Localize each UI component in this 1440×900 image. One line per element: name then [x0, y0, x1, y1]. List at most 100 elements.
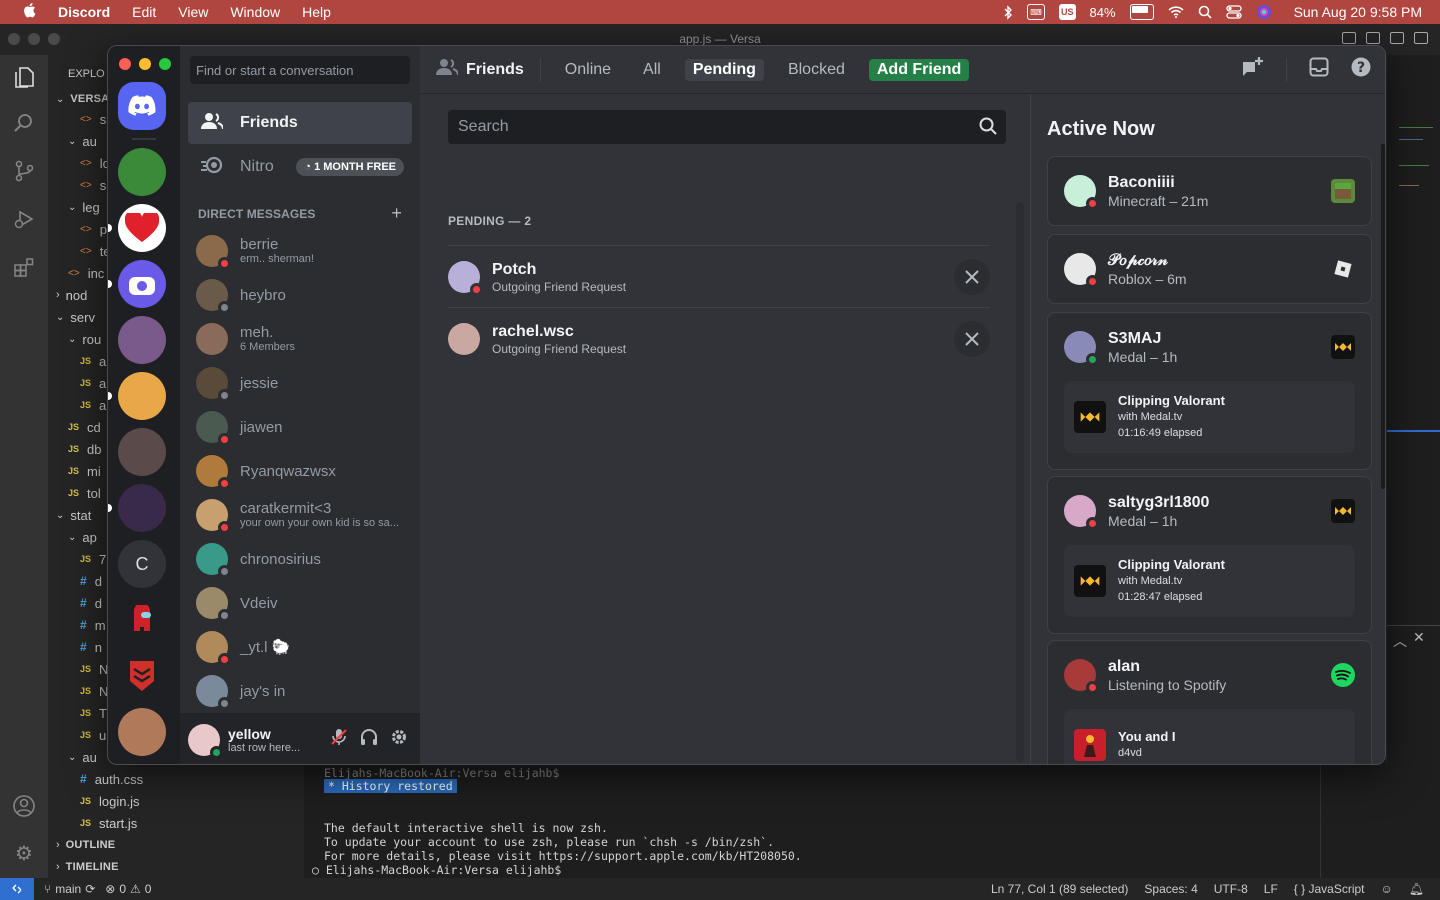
- pending-request-row[interactable]: Potch Outgoing Friend Request: [448, 245, 990, 307]
- encoding[interactable]: UTF-8: [1214, 882, 1248, 896]
- user-avatar[interactable]: [188, 723, 223, 759]
- user-settings-gear-icon[interactable]: [390, 728, 408, 751]
- server-icon[interactable]: [118, 596, 166, 644]
- server-icon[interactable]: [118, 428, 166, 476]
- find-conversation-button[interactable]: Find or start a conversation: [190, 56, 410, 84]
- pending-request-row[interactable]: rachel.wsc Outgoing Friend Request: [448, 307, 990, 369]
- spotlight-search-icon[interactable]: [1198, 4, 1212, 20]
- sync-icon[interactable]: ⟳: [85, 882, 95, 896]
- activity-detail[interactable]: Clipping Valorant with Medal.tv 01:16:49 e…: [1064, 381, 1355, 453]
- active-now-card[interactable]: 𝒫𝑜𝓅𝒸𝑜𝓇𝓃 Roblox – 6m: [1047, 234, 1372, 304]
- language-mode[interactable]: { } JavaScript: [1294, 882, 1365, 896]
- tab-all[interactable]: All: [635, 59, 669, 81]
- notifications-bell-icon[interactable]: 🔔︎: [1409, 882, 1424, 896]
- search-icon[interactable]: [12, 112, 36, 136]
- sidebar-item-nitro[interactable]: Nitro ◔ 1 MONTH FREE: [188, 146, 412, 188]
- terminal-panel[interactable]: Elijahs-MacBook-Air:Versa elijahb$ * His…: [304, 764, 1320, 878]
- active-now-card[interactable]: saltyg3rl1800 Medal – 1h Clipping Valorant…: [1047, 476, 1372, 634]
- active-now-card[interactable]: Baconiiii Minecraft – 21m: [1047, 156, 1372, 226]
- explorer-row[interactable]: JS start.js: [48, 812, 304, 834]
- menu-help[interactable]: Help: [302, 4, 331, 20]
- create-dm-plus-icon[interactable]: +: [391, 204, 402, 222]
- close-window-button[interactable]: [119, 58, 131, 70]
- dm-item[interactable]: Vdeiv: [188, 582, 412, 624]
- branch-status[interactable]: ⑂ main ⟳: [44, 882, 95, 896]
- inbox-icon[interactable]: [1309, 57, 1329, 83]
- manage-gear-icon[interactable]: ⚙: [12, 842, 36, 866]
- dm-item[interactable]: caratkermit<3 your own your own kid is so…: [188, 494, 412, 536]
- active-now-scrollbar[interactable]: [1381, 144, 1385, 489]
- dm-item[interactable]: chronosirius: [188, 538, 412, 580]
- explorer-row[interactable]: › TIMELINE: [48, 856, 304, 878]
- menu-view[interactable]: View: [178, 4, 208, 20]
- user-info[interactable]: yellow last row here...: [228, 726, 300, 754]
- tab-online[interactable]: Online: [557, 59, 619, 81]
- friends-search-input[interactable]: Search: [448, 110, 1006, 144]
- explorer-row[interactable]: JS login.js: [48, 790, 304, 812]
- dm-item[interactable]: Ryanqwazwsx: [188, 450, 412, 492]
- battery-icon[interactable]: [1129, 4, 1154, 20]
- explorer-icon[interactable]: [12, 65, 36, 89]
- server-icon[interactable]: [118, 204, 166, 252]
- feedback-icon[interactable]: ☺: [1381, 882, 1393, 896]
- explorer-row[interactable]: # auth.css: [48, 768, 304, 790]
- add-friend-button[interactable]: Add Friend: [868, 58, 970, 81]
- activity-detail[interactable]: You and I d4vd: [1064, 709, 1355, 764]
- tab-pending[interactable]: Pending: [684, 58, 764, 81]
- panel-maximize-icon[interactable]: ︿: [1393, 631, 1407, 651]
- minimize-window-button[interactable]: [139, 58, 151, 70]
- server-icon[interactable]: [118, 148, 166, 196]
- server-icon[interactable]: [118, 484, 166, 532]
- server-icon[interactable]: [118, 260, 166, 308]
- menu-edit[interactable]: Edit: [132, 4, 156, 20]
- problems-status[interactable]: ⊗ 0 ⚠ 0: [105, 882, 151, 896]
- dm-item[interactable]: _yt.l 🐑: [188, 626, 412, 668]
- cursor-position[interactable]: Ln 77, Col 1 (89 selected): [991, 882, 1128, 896]
- dm-item[interactable]: jiawen: [188, 406, 412, 448]
- menubar-clock[interactable]: Sun Aug 20 9:58 PM: [1294, 4, 1422, 20]
- panel-close-icon[interactable]: ✕: [1413, 629, 1425, 646]
- source-control-icon[interactable]: [12, 160, 36, 184]
- sidebar-item-friends[interactable]: Friends: [188, 102, 412, 144]
- wifi-icon[interactable]: [1168, 4, 1184, 20]
- dm-item[interactable]: berrie erm.. sherman!: [188, 230, 412, 272]
- bluetooth-icon[interactable]: [1003, 4, 1013, 20]
- menu-app-name[interactable]: Discord: [58, 4, 110, 20]
- dm-item[interactable]: heybro: [188, 274, 412, 316]
- help-icon[interactable]: ?: [1351, 57, 1371, 83]
- activity-detail[interactable]: Clipping Valorant with Medal.tv 01:28:47 e…: [1064, 545, 1355, 617]
- input-source-icon[interactable]: US: [1059, 4, 1076, 20]
- remote-icon[interactable]: [0, 878, 34, 900]
- server-icon[interactable]: [118, 652, 166, 700]
- server-icon[interactable]: [118, 316, 166, 364]
- server-icon[interactable]: [118, 708, 166, 756]
- new-group-dm-icon[interactable]: [1240, 56, 1264, 84]
- server-icon[interactable]: [118, 372, 166, 420]
- cancel-request-close-icon[interactable]: [954, 258, 990, 295]
- active-now-card[interactable]: S3MAJ Medal – 1h Clipping Valorant with Med…: [1047, 312, 1372, 470]
- server-icon[interactable]: C: [118, 540, 166, 588]
- siri-icon[interactable]: [1256, 4, 1272, 20]
- keyboard-icon[interactable]: ⌨: [1027, 4, 1046, 20]
- dm-item[interactable]: meh. 6 Members: [188, 318, 412, 360]
- pending-scrollbar[interactable]: [1016, 202, 1024, 762]
- menu-window[interactable]: Window: [230, 4, 280, 20]
- explorer-row[interactable]: › OUTLINE: [48, 834, 304, 856]
- dm-item[interactable]: jay's in: [188, 670, 412, 712]
- run-debug-icon[interactable]: [12, 208, 36, 232]
- dm-item[interactable]: jessie: [188, 362, 412, 404]
- extensions-icon[interactable]: [12, 256, 36, 280]
- apple-icon[interactable]: [18, 2, 40, 22]
- line-ending[interactable]: LF: [1264, 882, 1278, 896]
- control-center-icon[interactable]: [1225, 4, 1242, 20]
- zoom-window-button[interactable]: [159, 58, 171, 70]
- active-now-card[interactable]: alan Listening to Spotify You and I d4vd: [1047, 640, 1372, 764]
- deafen-headphones-icon[interactable]: [360, 728, 378, 751]
- layout-controls[interactable]: [1342, 32, 1428, 44]
- account-icon[interactable]: [12, 794, 36, 818]
- indentation[interactable]: Spaces: 4: [1144, 882, 1197, 896]
- cancel-request-close-icon[interactable]: [954, 320, 990, 357]
- mute-microphone-icon[interactable]: [330, 728, 348, 751]
- direct-messages-home-button[interactable]: [118, 82, 166, 130]
- tab-blocked[interactable]: Blocked: [780, 59, 853, 81]
